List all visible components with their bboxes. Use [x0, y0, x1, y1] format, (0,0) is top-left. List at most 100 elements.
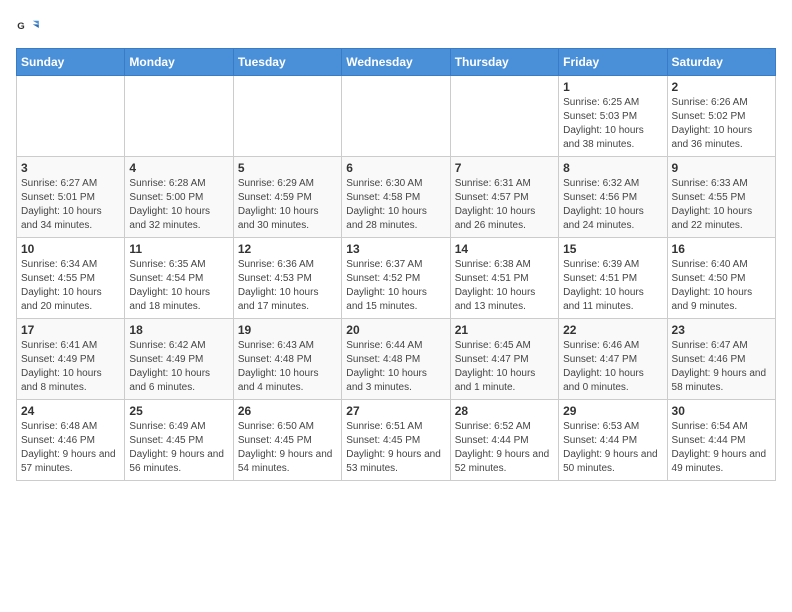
day-cell: 22 Sunrise: 6:46 AM Sunset: 4:47 PM Dayli… [559, 319, 667, 400]
day-number: 16 [672, 242, 771, 256]
col-header-saturday: Saturday [667, 49, 775, 76]
day-number: 13 [346, 242, 445, 256]
day-number: 24 [21, 404, 120, 418]
day-detail: Sunrise: 6:39 AM Sunset: 4:51 PM Dayligh… [563, 258, 662, 314]
day-detail: Sunrise: 6:52 AM Sunset: 4:44 PM Dayligh… [455, 420, 554, 476]
day-number: 14 [455, 242, 554, 256]
day-cell [233, 76, 341, 157]
day-cell: 23 Sunrise: 6:47 AM Sunset: 4:46 PM Dayli… [667, 319, 775, 400]
day-cell: 14 Sunrise: 6:38 AM Sunset: 4:51 PM Dayli… [450, 238, 558, 319]
day-cell [342, 76, 450, 157]
col-header-tuesday: Tuesday [233, 49, 341, 76]
day-number: 18 [129, 323, 228, 337]
day-detail: Sunrise: 6:35 AM Sunset: 4:54 PM Dayligh… [129, 258, 228, 314]
day-cell: 17 Sunrise: 6:41 AM Sunset: 4:49 PM Dayli… [17, 319, 125, 400]
logo-icon: G [16, 16, 40, 40]
day-cell: 18 Sunrise: 6:42 AM Sunset: 4:49 PM Dayli… [125, 319, 233, 400]
day-number: 8 [563, 161, 662, 175]
day-detail: Sunrise: 6:54 AM Sunset: 4:44 PM Dayligh… [672, 420, 771, 476]
day-number: 9 [672, 161, 771, 175]
day-number: 19 [238, 323, 337, 337]
day-cell: 24 Sunrise: 6:48 AM Sunset: 4:46 PM Dayli… [17, 400, 125, 481]
day-detail: Sunrise: 6:44 AM Sunset: 4:48 PM Dayligh… [346, 339, 445, 395]
day-number: 11 [129, 242, 228, 256]
day-cell: 25 Sunrise: 6:49 AM Sunset: 4:45 PM Dayli… [125, 400, 233, 481]
week-row-3: 17 Sunrise: 6:41 AM Sunset: 4:49 PM Dayli… [17, 319, 776, 400]
day-cell: 7 Sunrise: 6:31 AM Sunset: 4:57 PM Daylig… [450, 157, 558, 238]
day-cell: 16 Sunrise: 6:40 AM Sunset: 4:50 PM Dayli… [667, 238, 775, 319]
day-cell: 21 Sunrise: 6:45 AM Sunset: 4:47 PM Dayli… [450, 319, 558, 400]
day-cell: 5Sunrise: 6:29 AM Sunset: 4:59 PM Daylig… [233, 157, 341, 238]
day-number: 26 [238, 404, 337, 418]
day-detail: Sunrise: 6:36 AM Sunset: 4:53 PM Dayligh… [238, 258, 337, 314]
day-number: 2 [672, 80, 771, 94]
day-number: 27 [346, 404, 445, 418]
day-detail: Sunrise: 6:41 AM Sunset: 4:49 PM Dayligh… [21, 339, 120, 395]
day-detail: Sunrise: 6:28 AM Sunset: 5:00 PM Dayligh… [129, 177, 228, 233]
day-detail: Sunrise: 6:50 AM Sunset: 4:45 PM Dayligh… [238, 420, 337, 476]
day-cell [450, 76, 558, 157]
col-header-thursday: Thursday [450, 49, 558, 76]
col-header-monday: Monday [125, 49, 233, 76]
day-detail: Sunrise: 6:30 AM Sunset: 4:58 PM Dayligh… [346, 177, 445, 233]
week-row-2: 10Sunrise: 6:34 AM Sunset: 4:55 PM Dayli… [17, 238, 776, 319]
week-row-0: 1 Sunrise: 6:25 AM Sunset: 5:03 PM Daylig… [17, 76, 776, 157]
day-detail: Sunrise: 6:49 AM Sunset: 4:45 PM Dayligh… [129, 420, 228, 476]
day-number: 3 [21, 161, 120, 175]
day-number: 29 [563, 404, 662, 418]
day-detail: Sunrise: 6:40 AM Sunset: 4:50 PM Dayligh… [672, 258, 771, 314]
day-cell: 1 Sunrise: 6:25 AM Sunset: 5:03 PM Daylig… [559, 76, 667, 157]
day-detail: Sunrise: 6:47 AM Sunset: 4:46 PM Dayligh… [672, 339, 771, 395]
day-cell [125, 76, 233, 157]
day-cell: 4 Sunrise: 6:28 AM Sunset: 5:00 PM Daylig… [125, 157, 233, 238]
day-detail: Sunrise: 6:48 AM Sunset: 4:46 PM Dayligh… [21, 420, 120, 476]
day-detail: Sunrise: 6:25 AM Sunset: 5:03 PM Dayligh… [563, 96, 662, 152]
day-number: 7 [455, 161, 554, 175]
day-number: 4 [129, 161, 228, 175]
day-number: 1 [563, 80, 662, 94]
calendar-table: SundayMondayTuesdayWednesdayThursdayFrid… [16, 48, 776, 481]
svg-text:G: G [17, 21, 24, 32]
day-cell: 20 Sunrise: 6:44 AM Sunset: 4:48 PM Dayli… [342, 319, 450, 400]
day-detail: Sunrise: 6:29 AM Sunset: 4:59 PM Dayligh… [238, 177, 337, 233]
day-detail: Sunrise: 6:38 AM Sunset: 4:51 PM Dayligh… [455, 258, 554, 314]
day-number: 17 [21, 323, 120, 337]
week-row-1: 3 Sunrise: 6:27 AM Sunset: 5:01 PM Daylig… [17, 157, 776, 238]
day-detail: Sunrise: 6:42 AM Sunset: 4:49 PM Dayligh… [129, 339, 228, 395]
logo: G [16, 16, 44, 40]
day-detail: Sunrise: 6:33 AM Sunset: 4:55 PM Dayligh… [672, 177, 771, 233]
col-header-wednesday: Wednesday [342, 49, 450, 76]
day-cell: 27 Sunrise: 6:51 AM Sunset: 4:45 PM Dayli… [342, 400, 450, 481]
week-row-4: 24 Sunrise: 6:48 AM Sunset: 4:46 PM Dayli… [17, 400, 776, 481]
day-cell: 28 Sunrise: 6:52 AM Sunset: 4:44 PM Dayli… [450, 400, 558, 481]
header-row: SundayMondayTuesdayWednesdayThursdayFrid… [17, 49, 776, 76]
day-detail: Sunrise: 6:51 AM Sunset: 4:45 PM Dayligh… [346, 420, 445, 476]
day-number: 6 [346, 161, 445, 175]
day-number: 20 [346, 323, 445, 337]
day-cell: 8Sunrise: 6:32 AM Sunset: 4:56 PM Daylig… [559, 157, 667, 238]
day-number: 25 [129, 404, 228, 418]
day-number: 28 [455, 404, 554, 418]
day-number: 30 [672, 404, 771, 418]
day-cell: 6 Sunrise: 6:30 AM Sunset: 4:58 PM Daylig… [342, 157, 450, 238]
day-number: 23 [672, 323, 771, 337]
day-cell: 2Sunrise: 6:26 AM Sunset: 5:02 PM Daylig… [667, 76, 775, 157]
header: G [16, 16, 776, 40]
day-cell: 12 Sunrise: 6:36 AM Sunset: 4:53 PM Dayli… [233, 238, 341, 319]
day-number: 21 [455, 323, 554, 337]
day-cell: 9 Sunrise: 6:33 AM Sunset: 4:55 PM Daylig… [667, 157, 775, 238]
col-header-friday: Friday [559, 49, 667, 76]
day-cell: 11 Sunrise: 6:35 AM Sunset: 4:54 PM Dayli… [125, 238, 233, 319]
day-detail: Sunrise: 6:46 AM Sunset: 4:47 PM Dayligh… [563, 339, 662, 395]
day-detail: Sunrise: 6:43 AM Sunset: 4:48 PM Dayligh… [238, 339, 337, 395]
col-header-sunday: Sunday [17, 49, 125, 76]
day-cell: 10Sunrise: 6:34 AM Sunset: 4:55 PM Dayli… [17, 238, 125, 319]
day-detail: Sunrise: 6:27 AM Sunset: 5:01 PM Dayligh… [21, 177, 120, 233]
day-detail: Sunrise: 6:37 AM Sunset: 4:52 PM Dayligh… [346, 258, 445, 314]
day-detail: Sunrise: 6:45 AM Sunset: 4:47 PM Dayligh… [455, 339, 554, 395]
calendar-body: 1 Sunrise: 6:25 AM Sunset: 5:03 PM Daylig… [17, 76, 776, 481]
day-number: 22 [563, 323, 662, 337]
day-detail: Sunrise: 6:31 AM Sunset: 4:57 PM Dayligh… [455, 177, 554, 233]
day-number: 12 [238, 242, 337, 256]
day-detail: Sunrise: 6:53 AM Sunset: 4:44 PM Dayligh… [563, 420, 662, 476]
